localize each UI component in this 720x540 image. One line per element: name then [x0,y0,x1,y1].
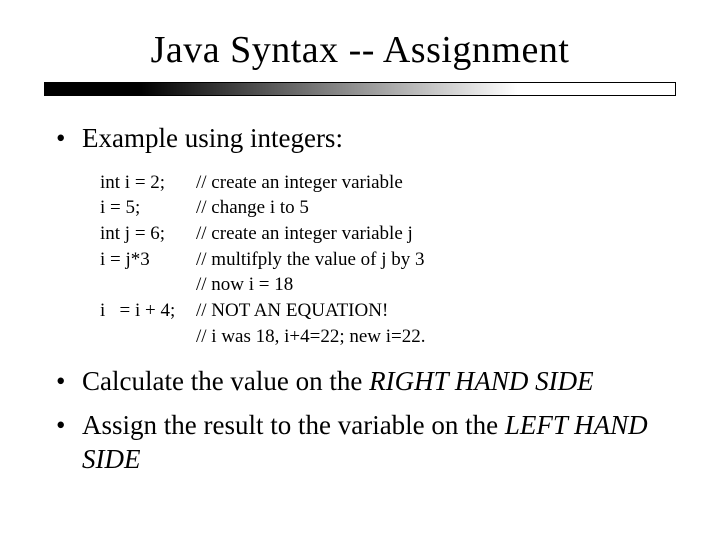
slide: Java Syntax -- Assignment Example using … [0,0,720,540]
code-row: i = i + 4; // NOT AN EQUATION! [100,298,676,324]
code-statement: int j = 6; [100,221,196,247]
code-comment: // NOT AN EQUATION! [196,298,388,324]
code-block: int i = 2; // create an integer variable… [100,170,676,349]
bullet-assign: Assign the result to the variable on the… [56,409,676,477]
code-row: // i was 18, i+4=22; new i=22. [100,324,676,350]
code-comment: // create an integer variable j [196,221,413,247]
code-statement [100,272,196,298]
code-comment: // change i to 5 [196,195,309,221]
code-row: i = j*3 // multifply the value of j by 3 [100,247,676,273]
code-comment: // i was 18, i+4=22; new i=22. [196,324,426,350]
bullet-emphasis: RIGHT HAND SIDE [369,366,594,396]
code-comment: // multifply the value of j by 3 [196,247,425,273]
code-row: int i = 2; // create an integer variable [100,170,676,196]
bullet-text: Assign the result to the variable on the [82,410,505,440]
code-row: int j = 6; // create an integer variable… [100,221,676,247]
code-row: i = 5; // change i to 5 [100,195,676,221]
code-comment: // create an integer variable [196,170,403,196]
code-statement [100,324,196,350]
bullet-list: Example using integers: [44,122,676,156]
bullet-text: Calculate the value on the [82,366,369,396]
bullet-example: Example using integers: [56,122,676,156]
code-statement: int i = 2; [100,170,196,196]
code-row: // now i = 18 [100,272,676,298]
slide-title: Java Syntax -- Assignment [44,28,676,72]
code-statement: i = 5; [100,195,196,221]
code-statement: i = i + 4; [100,298,196,324]
bullet-list-lower: Calculate the value on the RIGHT HAND SI… [44,365,676,476]
bullet-calculate: Calculate the value on the RIGHT HAND SI… [56,365,676,399]
code-comment: // now i = 18 [196,272,293,298]
code-statement: i = j*3 [100,247,196,273]
title-divider [44,82,676,96]
